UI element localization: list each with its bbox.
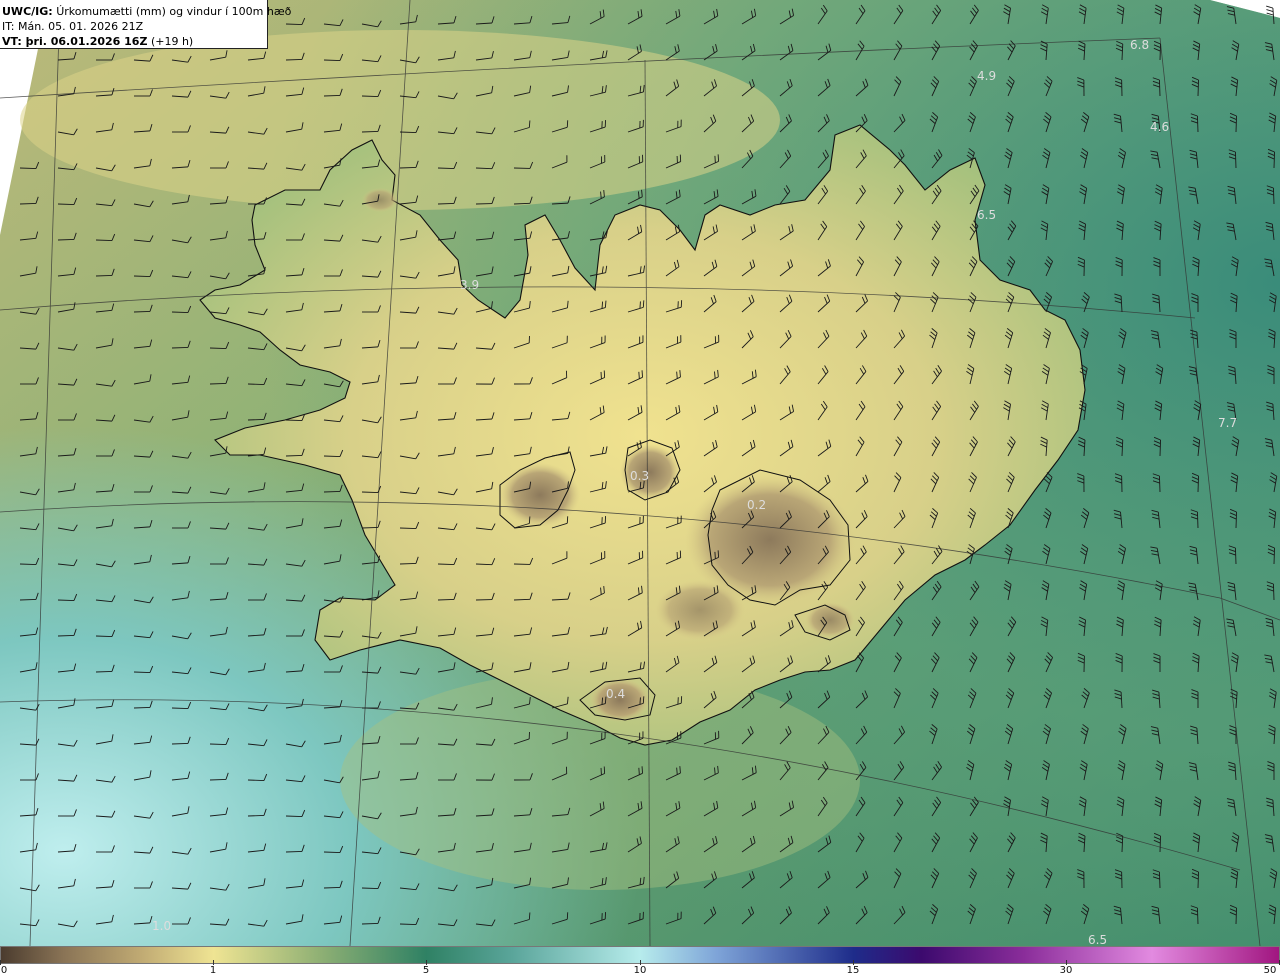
colorbar: 0 1 5 10 15 30 50 — [0, 946, 1280, 978]
value-label: 0.3 — [630, 469, 649, 483]
forecast-map: 6.8 4.9 4.6 6.5 3.9 0.3 0.2 0.4 7.7 1.0 … — [0, 0, 1280, 946]
map-info-box: UWC/IG: Úrkomumætti (mm) og vindur í 100… — [0, 0, 291, 49]
value-label: 3.9 — [460, 278, 479, 292]
colorbar-tick-label: 5 — [422, 965, 430, 976]
model-tag: UWC/IG: — [2, 5, 53, 18]
colorbar-tick-label: 50 — [1263, 965, 1277, 976]
value-label: 0.2 — [747, 498, 766, 512]
title-line: UWC/IG: Úrkomumætti (mm) og vindur í 100… — [2, 4, 291, 19]
colorbar-tick-label: 10 — [633, 965, 647, 976]
value-label: 7.7 — [1218, 416, 1237, 430]
colorbar-tick-label: 30 — [1059, 965, 1073, 976]
value-label: 6.5 — [1088, 933, 1107, 946]
value-label: 4.6 — [1150, 120, 1169, 134]
init-time: IT: Mán. 05. 01. 2026 21Z — [2, 20, 144, 33]
colorbar-tick-label: 15 — [846, 965, 860, 976]
value-label: 1.0 — [152, 919, 171, 933]
valid-time-line: VT: þri. 06.01.2026 16Z (+19 h) — [2, 34, 267, 49]
value-label: 0.4 — [606, 687, 625, 701]
colorbar-tick-label: 1 — [209, 965, 217, 976]
value-label: 6.5 — [977, 208, 996, 222]
colorbar-tick-label: 0 — [0, 965, 8, 976]
valid-time: VT: þri. 06.01.2026 16Z — [2, 35, 148, 48]
value-label: 4.9 — [977, 69, 996, 83]
map-title: Úrkomumætti (mm) og vindur í 100m hæð — [56, 5, 292, 18]
lead-time: (+19 h) — [150, 35, 194, 48]
value-label: 6.8 — [1130, 38, 1149, 52]
